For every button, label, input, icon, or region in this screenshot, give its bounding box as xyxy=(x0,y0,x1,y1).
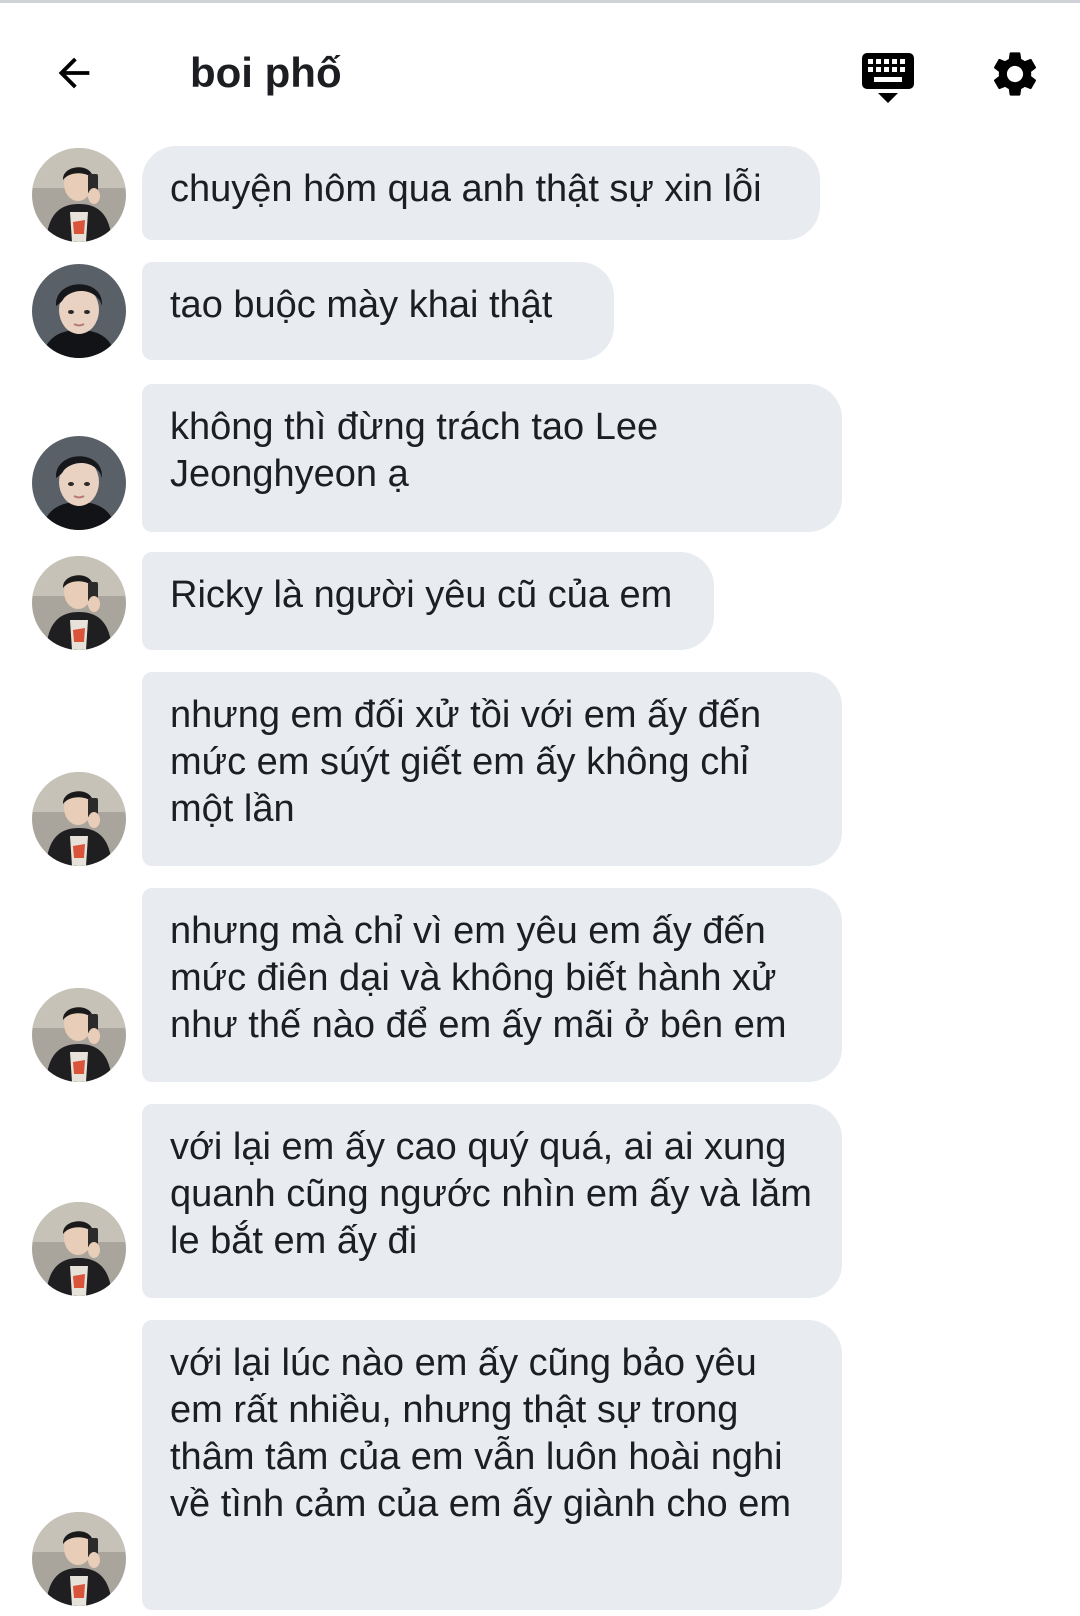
avatar-selfie-image xyxy=(32,772,126,866)
avatar-selfie-image xyxy=(32,148,126,242)
message-text: không thì đừng trách tao Lee Jeonghyeon … xyxy=(170,406,659,495)
avatar[interactable] xyxy=(32,772,126,866)
avatar-selfie-image xyxy=(32,1202,126,1296)
message-text: với lại em ấy cao quý quá, ai ai xung qu… xyxy=(170,1126,812,1262)
avatar[interactable] xyxy=(32,556,126,650)
message-bubble[interactable]: không thì đừng trách tao Lee Jeonghyeon … xyxy=(142,384,842,532)
avatar-portrait-image xyxy=(32,264,126,358)
message-text: nhưng mà chỉ vì em yêu em ấy đến mức điê… xyxy=(170,910,787,1046)
message-text: Ricky là người yêu cũ của em xyxy=(170,574,673,616)
message-list[interactable]: chuyện hôm qua anh thật sự xin lỗi tao b… xyxy=(0,0,1080,1616)
avatar[interactable] xyxy=(32,1202,126,1296)
avatar[interactable] xyxy=(32,988,126,1082)
message-bubble[interactable]: chuyện hôm qua anh thật sự xin lỗi xyxy=(142,146,820,240)
message-bubble[interactable]: với lại em ấy cao quý quá, ai ai xung qu… xyxy=(142,1104,842,1298)
message-text: chuyện hôm qua anh thật sự xin lỗi xyxy=(170,168,762,210)
message-bubble[interactable]: nhưng mà chỉ vì em yêu em ấy đến mức điê… xyxy=(142,888,842,1082)
message-text: tao buộc mày khai thật xyxy=(170,284,553,326)
avatar[interactable] xyxy=(32,436,126,530)
avatar-selfie-image xyxy=(32,556,126,650)
avatar[interactable] xyxy=(32,148,126,242)
message-bubble[interactable]: tao buộc mày khai thật xyxy=(142,262,614,360)
message-text: nhưng em đối xử tồi với em ấy đến mức em… xyxy=(170,694,762,830)
message-bubble[interactable]: với lại lúc nào em ấy cũng bảo yêu em rấ… xyxy=(142,1320,842,1610)
message-bubble[interactable]: nhưng em đối xử tồi với em ấy đến mức em… xyxy=(142,672,842,866)
message-bubble[interactable]: Ricky là người yêu cũ của em xyxy=(142,552,714,650)
avatar[interactable] xyxy=(32,264,126,358)
avatar-selfie-image xyxy=(32,1512,126,1606)
avatar-portrait-image xyxy=(32,436,126,530)
avatar[interactable] xyxy=(32,1512,126,1606)
message-text: với lại lúc nào em ấy cũng bảo yêu em rấ… xyxy=(170,1342,791,1525)
avatar-selfie-image xyxy=(32,988,126,1082)
